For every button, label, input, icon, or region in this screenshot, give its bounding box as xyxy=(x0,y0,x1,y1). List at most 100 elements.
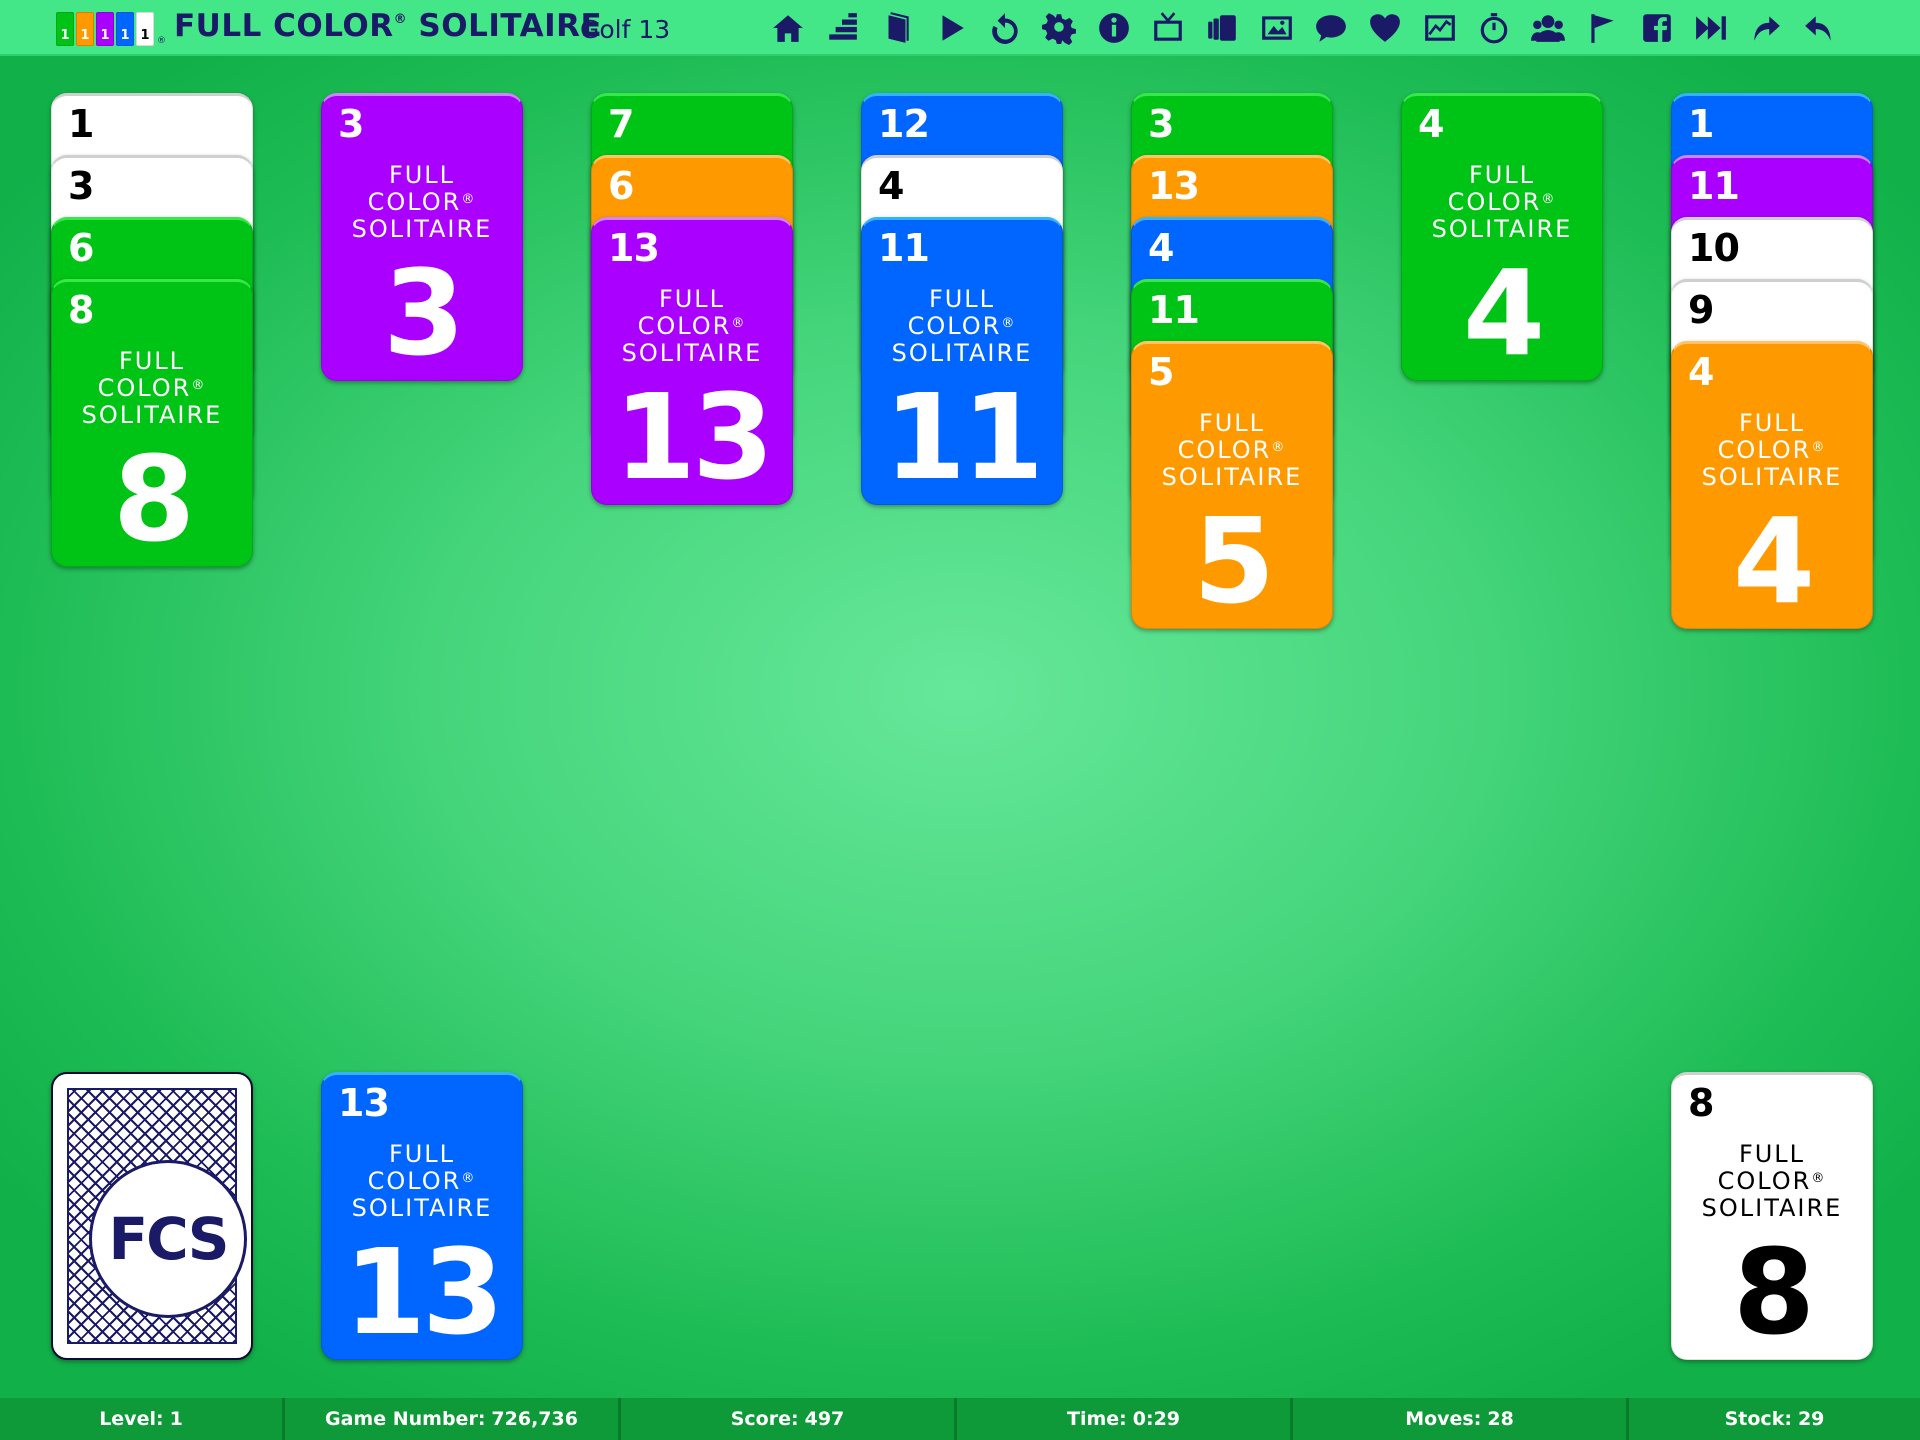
timer-button[interactable] xyxy=(1474,8,1514,48)
image-button[interactable] xyxy=(1257,8,1297,48)
card-rank-corner: 11 xyxy=(1148,288,1200,332)
play-icon xyxy=(942,15,964,41)
card-brand-text: FULLCOLOR®SOLITAIRE xyxy=(1161,409,1303,491)
cards-icon xyxy=(1208,15,1237,41)
play-button[interactable] xyxy=(931,8,971,48)
foundation-card[interactable]: 8 FULL COLOR® SOLITAIRE 8 xyxy=(1671,1072,1873,1360)
skip-forward-icon xyxy=(1696,16,1726,40)
home-icon xyxy=(773,15,803,42)
heart-button[interactable] xyxy=(1365,8,1405,48)
status-value: 0:29 xyxy=(1132,1408,1181,1430)
waste-card[interactable]: 13 FULL COLOR® SOLITAIRE 13 xyxy=(321,1072,523,1360)
status-game-number: Game Number: 726,736 xyxy=(285,1398,621,1440)
book-button[interactable] xyxy=(877,8,917,48)
card-rank-corner: 4 xyxy=(878,164,904,208)
logo-card: 1 xyxy=(116,12,134,46)
card-rank-corner: 5 xyxy=(1148,350,1174,394)
status-score: Score: 497 xyxy=(621,1398,957,1440)
chat-icon xyxy=(1316,15,1346,42)
status-label: Stock: xyxy=(1724,1408,1792,1430)
cards-button[interactable] xyxy=(1202,8,1242,48)
card-back-pattern: FCS xyxy=(67,1088,247,1344)
card-rank-corner: 12 xyxy=(878,102,930,146)
settings-icon xyxy=(1042,13,1077,45)
rank-button[interactable] xyxy=(822,8,862,48)
status-value: 1 xyxy=(169,1408,183,1430)
tableau-card[interactable]: 11FULLCOLOR®SOLITAIRE11 xyxy=(861,217,1063,505)
facebook-button[interactable] xyxy=(1637,8,1677,48)
rank-icon xyxy=(829,13,858,40)
card-rank-corner: 13 xyxy=(608,226,660,270)
undo-icon xyxy=(1804,16,1831,41)
tableau-card[interactable]: 5 FULL COLOR® SOLITAIRE 5 xyxy=(1131,341,1333,629)
card-rank-large: 4 xyxy=(1462,244,1545,381)
card-rank-corner: 13 xyxy=(1148,164,1200,208)
card-rank-corner: 6 xyxy=(608,164,634,208)
settings-button[interactable] xyxy=(1039,8,1079,48)
status-stock: Stock: 29 xyxy=(1629,1398,1920,1440)
tableau-card[interactable]: 4FULLCOLOR®SOLITAIRE4 xyxy=(1401,93,1603,381)
card-rank-corner: 9 xyxy=(1688,288,1714,332)
card-brand-text: FULLCOLOR®SOLITAIRE xyxy=(1701,1140,1843,1222)
card-rank-corner: 11 xyxy=(1688,164,1740,208)
card-rank-large: 11 xyxy=(883,368,1044,505)
users-icon xyxy=(1531,15,1566,42)
card-rank-large: 3 xyxy=(382,244,465,381)
status-label: Level: xyxy=(99,1408,164,1430)
timer-icon xyxy=(1480,13,1508,44)
card-brand-text: FULLCOLOR®SOLITAIRE xyxy=(621,285,763,367)
status-value: 28 xyxy=(1487,1408,1514,1430)
card-rank-corner: 3 xyxy=(68,164,94,208)
tv-button[interactable] xyxy=(1148,8,1188,48)
app-title: FULL COLOR® SOLITAIRE xyxy=(174,8,603,44)
card-brand-text: FULLCOLOR®SOLITAIRE xyxy=(1701,409,1843,491)
users-button[interactable] xyxy=(1528,8,1568,48)
tableau-card[interactable]: 8 FULL COLOR® SOLITAIRE 8 xyxy=(51,279,253,567)
tableau-card[interactable]: 4FULLCOLOR®SOLITAIRE4 xyxy=(1671,341,1873,629)
logo-card: 1 xyxy=(76,12,94,46)
card-rank-corner: 3 xyxy=(1148,102,1174,146)
card-brand-text: FULLCOLOR®SOLITAIRE xyxy=(351,1140,493,1222)
card-rank-large: 5 xyxy=(1192,492,1275,629)
game-variant-title: Golf 13 xyxy=(580,15,671,44)
card-rank-large: 13 xyxy=(613,368,774,505)
status-moves: Moves: 28 xyxy=(1293,1398,1629,1440)
card-rank-corner: 13 xyxy=(338,1081,390,1125)
status-time: Time: 0:29 xyxy=(957,1398,1293,1440)
undo-button[interactable] xyxy=(1800,8,1840,48)
card-rank-large: 4 xyxy=(1732,492,1815,629)
info-icon xyxy=(1098,13,1129,43)
stats-icon xyxy=(1424,15,1455,41)
tv-icon xyxy=(1154,12,1182,41)
flag-icon xyxy=(1591,14,1615,43)
redo-button[interactable] xyxy=(1745,8,1785,48)
card-rank-corner: 6 xyxy=(68,226,94,270)
logo-registered-mark: ® xyxy=(157,36,166,46)
card-rank-corner: 11 xyxy=(878,226,930,270)
tableau-card[interactable]: 3FULLCOLOR®SOLITAIRE3 xyxy=(321,93,523,381)
status-value: 726,736 xyxy=(491,1408,578,1430)
chat-button[interactable] xyxy=(1311,8,1351,48)
card-brand-text: FULLCOLOR®SOLITAIRE xyxy=(1431,161,1573,243)
card-rank-corner: 1 xyxy=(1688,102,1714,146)
info-button[interactable] xyxy=(1094,8,1134,48)
restart-button[interactable] xyxy=(985,8,1025,48)
facebook-icon xyxy=(1642,14,1671,42)
status-bar: Level: 1 Game Number: 726,736 Score: 497 Time:… xyxy=(0,1398,1920,1440)
logo-card: 1 xyxy=(56,12,74,46)
home-button[interactable] xyxy=(768,8,808,48)
skip-forward-button[interactable] xyxy=(1691,8,1731,48)
card-rank-corner: 7 xyxy=(608,102,634,146)
card-rank-corner: 10 xyxy=(1688,226,1740,270)
stats-button[interactable] xyxy=(1420,8,1460,48)
flag-button[interactable] xyxy=(1582,8,1622,48)
logo: 1 1 1 1 1 ® xyxy=(56,10,166,46)
image-icon xyxy=(1261,16,1292,40)
tableau-card[interactable]: 13FULLCOLOR®SOLITAIRE13 xyxy=(591,217,793,505)
card-rank-corner: 4 xyxy=(1148,226,1174,270)
book-icon xyxy=(888,12,909,43)
top-bar: 1 1 1 1 1 ® FULL COLOR® SOLITAIRE Golf 13 xyxy=(0,0,1920,56)
card-rank-large: 13 xyxy=(343,1223,504,1360)
restart-icon xyxy=(992,13,1018,44)
stock-pile[interactable]: FCS xyxy=(51,1072,253,1360)
